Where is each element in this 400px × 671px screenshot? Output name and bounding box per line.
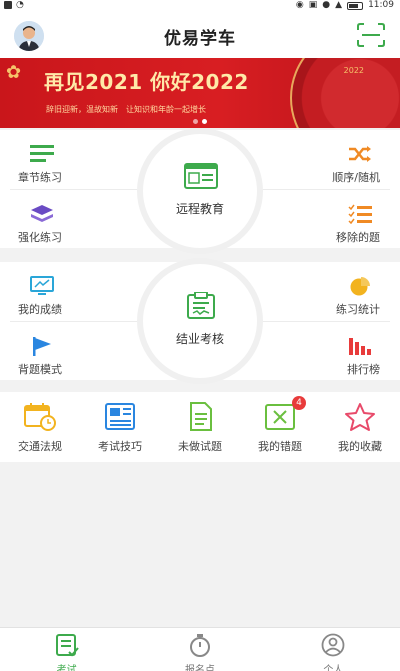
page-title: 优易学车 (164, 29, 236, 49)
wrong-answers-badge: 4 (292, 396, 306, 410)
shuffle-icon (349, 146, 371, 162)
chapter-practice-button[interactable]: 章节练习 (0, 134, 90, 184)
app-header: 优易学车 (0, 12, 400, 58)
flag-icon (33, 337, 51, 356)
unanswered-questions-button[interactable]: 未做试题 (160, 392, 240, 462)
intensive-practice-button[interactable]: 强化练习 (0, 194, 90, 244)
layers-icon (31, 205, 53, 222)
location-icon: ● (322, 0, 331, 10)
person-icon (321, 633, 345, 657)
sequential-random-button[interactable]: 顺序/随机 (310, 134, 400, 184)
wrong-answer-icon (265, 404, 295, 430)
memorize-mode-label: 背题模式 (18, 363, 62, 376)
tab-profile-label: 个人 (323, 665, 344, 671)
leaderboard-button[interactable]: 排行榜 (310, 326, 400, 376)
favorites-button[interactable]: 我的收藏 (320, 392, 400, 462)
remote-education-button[interactable]: 远程教育 (137, 128, 263, 254)
my-scores-label: 我的成绩 (18, 303, 62, 316)
exam-icon (55, 634, 79, 657)
tab-registration[interactable]: 报名点 (133, 628, 266, 671)
traffic-rules-button[interactable]: 交通法规 (0, 392, 80, 462)
my-scores-button[interactable]: 我的成绩 (0, 266, 90, 316)
bar-chart-icon (349, 338, 371, 355)
exam-tips-label: 考试技巧 (98, 440, 142, 453)
calendar-clock-icon (24, 403, 56, 431)
carousel-dot[interactable] (193, 119, 198, 124)
bottom-tab-bar: 考试 报名点 个人 (0, 627, 400, 671)
chapter-practice-label: 章节练习 (18, 171, 62, 184)
wrong-answers-button[interactable]: 4 我的错题 (240, 392, 320, 462)
document-icon (190, 402, 212, 431)
sequential-random-label: 顺序/随机 (332, 171, 380, 184)
practice-stats-button[interactable]: 练习统计 (310, 266, 400, 316)
status-time: 11:09 (368, 0, 394, 10)
removed-questions-button[interactable]: 移除的题 (310, 194, 400, 244)
completion-assessment-label: 结业考核 (175, 332, 224, 346)
signal-icon: ▲ (335, 0, 343, 10)
banner-subtitle: 辞旧迎新，温故知新 让知识和年龄一起增长 (46, 105, 206, 114)
tab-registration-label: 报名点 (184, 665, 215, 671)
carousel-dot-active[interactable] (202, 119, 207, 124)
star-icon (345, 403, 375, 431)
tab-exam-label: 考试 (56, 665, 77, 671)
favorites-label: 我的收藏 (338, 440, 382, 453)
checklist-icon (348, 204, 372, 224)
notification-icon (4, 1, 12, 9)
banner-year-mark: 2022 (343, 66, 364, 75)
wrong-answers-label: 我的错题 (258, 440, 302, 453)
wifi-icon: ◔ (16, 0, 24, 10)
tab-profile[interactable]: 个人 (267, 628, 400, 671)
carousel-dots (0, 119, 400, 124)
tab-exam[interactable]: 考试 (0, 628, 133, 671)
newspaper-icon (105, 403, 135, 430)
memorize-mode-button[interactable]: 背题模式 (0, 326, 90, 376)
battery-icon (347, 1, 364, 10)
nfc-icon: ▣ (308, 0, 318, 10)
leaderboard-label: 排行榜 (347, 363, 380, 376)
promo-banner[interactable]: ✿ 再见2021 你好2022 辞旧迎新，温故知新 让知识和年龄一起增长 202… (0, 58, 400, 128)
unanswered-questions-label: 未做试题 (178, 440, 222, 453)
menu-lines-icon (30, 145, 54, 162)
scan-icon[interactable] (356, 22, 386, 48)
status-bar: ◔ ◉ ▣ ● ▲ 11:09 (0, 0, 400, 12)
eye-icon: ◉ (295, 0, 304, 10)
remote-education-icon (184, 163, 218, 189)
monitor-icon (30, 276, 54, 295)
stopwatch-icon (189, 634, 210, 657)
pie-chart-icon (350, 277, 370, 296)
removed-questions-label: 移除的题 (336, 231, 380, 244)
certificate-icon (187, 292, 215, 319)
traffic-rules-label: 交通法规 (18, 440, 62, 453)
completion-assessment-button[interactable]: 结业考核 (137, 258, 263, 384)
practice-stats-label: 练习统计 (336, 303, 380, 316)
remote-education-label: 远程教育 (175, 202, 224, 216)
quick-actions-row: 交通法规 考试技巧 未做试题 4 我的错题 我的收藏 (0, 392, 400, 462)
lantern-icon: ✿ (6, 62, 22, 83)
exam-tips-button[interactable]: 考试技巧 (80, 392, 160, 462)
intensive-practice-label: 强化练习 (18, 231, 62, 244)
banner-headline: 再见2021 你好2022 (44, 70, 249, 94)
